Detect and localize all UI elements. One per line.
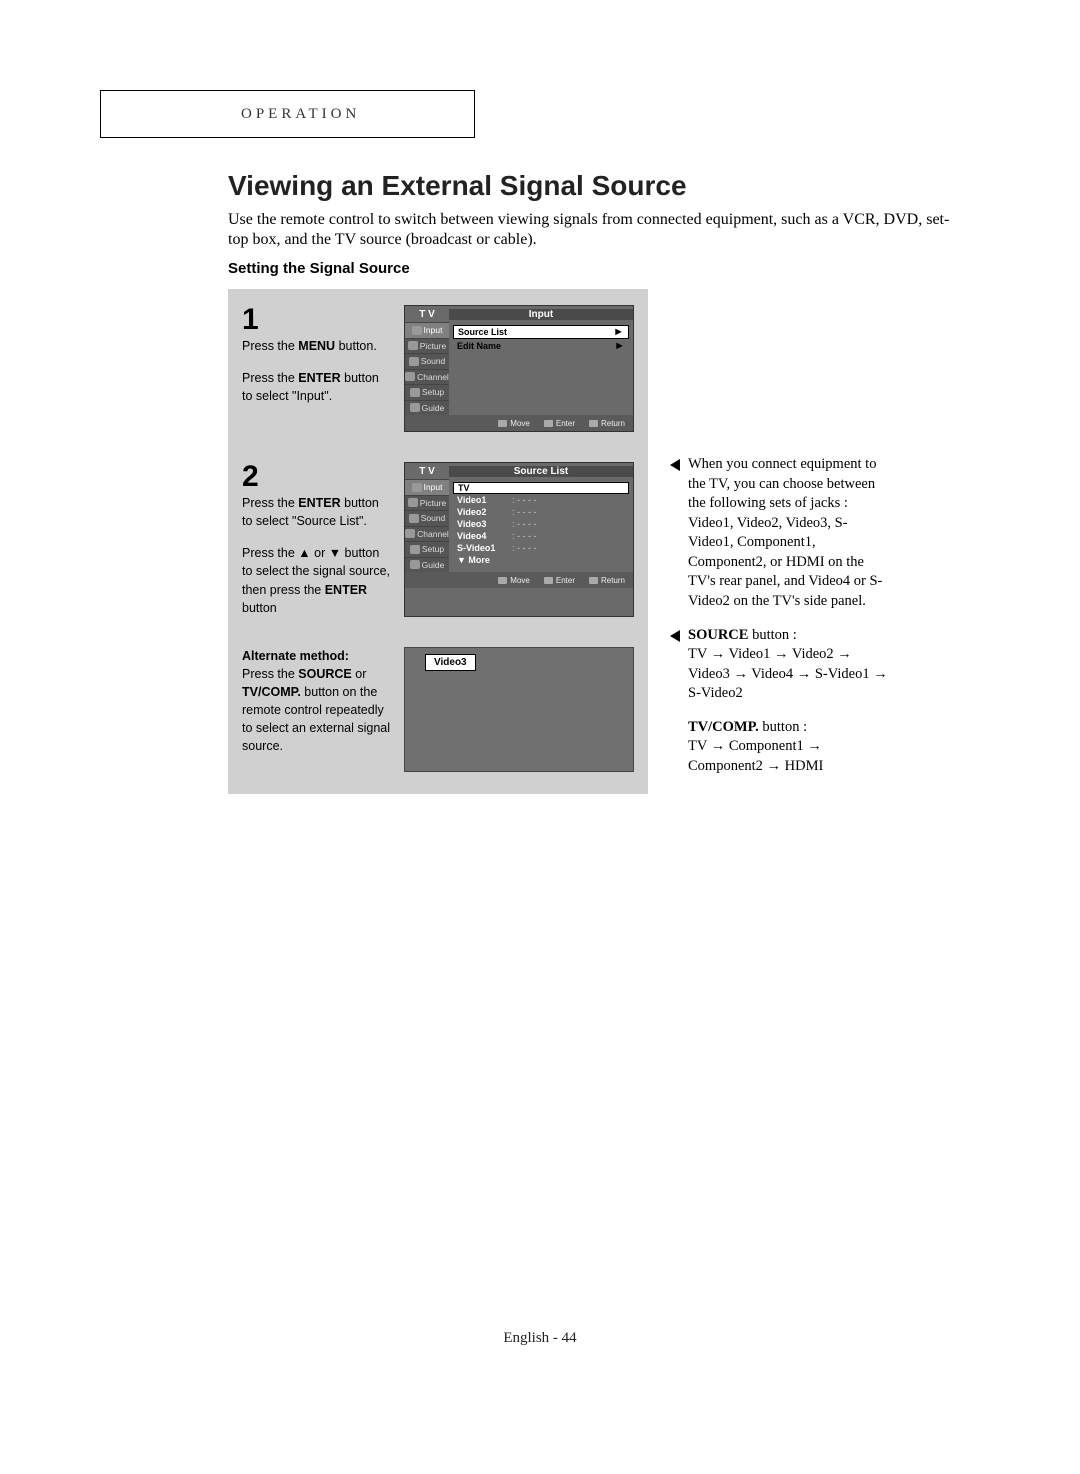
osd-screenshot-2: T V Source List Input Picture Sound Chan…	[404, 462, 634, 617]
alt-text: Alternate method: Press the SOURCE or TV…	[242, 647, 390, 772]
osd2-footer: Move Enter Return	[405, 572, 633, 588]
left-pointer-icon	[670, 459, 680, 471]
osd-tab-input: Input	[405, 479, 449, 495]
page-footer: English - 44	[0, 1330, 1080, 1347]
side-note-1: When you connect equipment to the TV, yo…	[670, 455, 890, 612]
step-1: 1 Press the MENU button. Press the ENTER…	[242, 305, 634, 432]
osd2-row-video1: Video1: - - - -	[453, 494, 629, 506]
sound-icon	[409, 357, 419, 366]
input-icon	[412, 326, 422, 335]
steps-panel: 1 Press the MENU button. Press the ENTER…	[228, 289, 648, 794]
t: TV/COMP.	[688, 719, 759, 735]
picture-icon	[408, 498, 418, 507]
osd1-footer: Move Enter Return	[405, 415, 633, 431]
t: ENTER	[298, 496, 340, 510]
osd-tab-picture: Picture	[405, 338, 449, 354]
osd1-title: Input	[449, 309, 633, 320]
return-hint: Return	[589, 576, 625, 585]
t: button :	[748, 627, 796, 643]
picture-icon	[408, 341, 418, 350]
t: SOURCE	[688, 627, 748, 643]
t: or	[352, 667, 367, 681]
osd2-tv-label: T V	[405, 466, 449, 477]
osd1-tv-label: T V	[405, 309, 449, 320]
note3-sequence: TV → Component1 → Component2 → HDMI	[688, 737, 890, 776]
osd2-row-svideo1: S-Video1: - - - -	[453, 542, 629, 554]
subheading: Setting the Signal Source	[228, 260, 958, 277]
enter-hint: Enter	[544, 419, 575, 428]
section-tab: OPERATION	[100, 90, 475, 138]
step-1-text: 1 Press the MENU button. Press the ENTER…	[242, 305, 390, 432]
osd-tab-picture: Picture	[405, 495, 449, 511]
t: button	[242, 601, 277, 615]
osd-tab-sound: Sound	[405, 353, 449, 369]
channel-icon	[405, 372, 415, 381]
step-1-number: 1	[242, 305, 390, 335]
osd2-title: Source List	[449, 466, 633, 477]
t: button :	[759, 719, 807, 735]
right-arrow-icon: ►	[613, 326, 624, 338]
osd-tab-channel: Channel	[405, 526, 449, 542]
osd-tab-guide: Guide	[405, 557, 449, 573]
osd-tab-setup: Setup	[405, 384, 449, 400]
osd-tab-sound: Sound	[405, 510, 449, 526]
osd2-row-video3: Video3: - - - -	[453, 518, 629, 530]
t: Press the ▲ or ▼ button to select the si…	[242, 546, 390, 596]
setup-icon	[410, 388, 420, 397]
setup-icon	[410, 545, 420, 554]
osd-tab-channel: Channel	[405, 369, 449, 385]
t: ENTER	[325, 583, 367, 597]
side-note-2: SOURCE button : TV → Video1 → Video2 → V…	[670, 626, 890, 777]
t: TV/COMP.	[242, 685, 301, 699]
osd3-badge: Video3	[425, 654, 476, 671]
osd1-sidebar: Input Picture Sound Channel Setup Guide	[405, 322, 449, 415]
osd-tab-input: Input	[405, 322, 449, 338]
osd2-row-more: ▼ More	[453, 554, 629, 566]
input-icon	[412, 483, 422, 492]
move-hint: Move	[498, 576, 530, 585]
page-title: Viewing an External Signal Source	[228, 170, 958, 202]
osd1-item-editname: Edit Name►	[453, 339, 629, 353]
t: button.	[335, 339, 377, 353]
t: Press the	[242, 371, 298, 385]
intro-paragraph: Use the remote control to switch between…	[228, 210, 958, 250]
osd2-row-video2: Video2: - - - -	[453, 506, 629, 518]
channel-icon	[405, 529, 415, 538]
return-hint: Return	[589, 419, 625, 428]
alt-heading: Alternate method:	[242, 649, 349, 663]
t: MENU	[298, 339, 335, 353]
osd-screenshot-1: T V Input Input Picture Sound Channel Se…	[404, 305, 634, 432]
left-pointer-icon	[670, 630, 680, 642]
move-hint: Move	[498, 419, 530, 428]
note1-text: When you connect equipment to the TV, yo…	[688, 455, 890, 612]
alternate-method: Alternate method: Press the SOURCE or TV…	[242, 647, 634, 772]
osd-tab-setup: Setup	[405, 541, 449, 557]
t: ENTER	[298, 371, 340, 385]
side-notes: When you connect equipment to the TV, yo…	[670, 455, 890, 790]
step-2-number: 2	[242, 462, 390, 492]
guide-icon	[410, 403, 420, 412]
note2-sequence: TV → Video1 → Video2 → Video3 → Video4 →…	[688, 645, 890, 704]
osd2-row-video4: Video4: - - - -	[453, 530, 629, 542]
enter-hint: Enter	[544, 576, 575, 585]
section-label: OPERATION	[241, 106, 360, 123]
step-2: 2 Press the ENTER button to select "Sour…	[242, 462, 634, 617]
t: Press the	[242, 667, 298, 681]
t: SOURCE	[298, 667, 351, 681]
osd1-item-sourcelist: Source List►	[453, 325, 629, 339]
right-arrow-icon: ►	[614, 340, 625, 352]
osd2-sidebar: Input Picture Sound Channel Setup Guide	[405, 479, 449, 572]
osd2-row-tv: TV	[453, 482, 629, 494]
step-2-text: 2 Press the ENTER button to select "Sour…	[242, 462, 390, 617]
guide-icon	[410, 560, 420, 569]
sound-icon	[409, 514, 419, 523]
osd-tab-guide: Guide	[405, 400, 449, 416]
t: Press the	[242, 496, 298, 510]
osd-screenshot-3: Video3	[404, 647, 634, 772]
t: Press the	[242, 339, 298, 353]
